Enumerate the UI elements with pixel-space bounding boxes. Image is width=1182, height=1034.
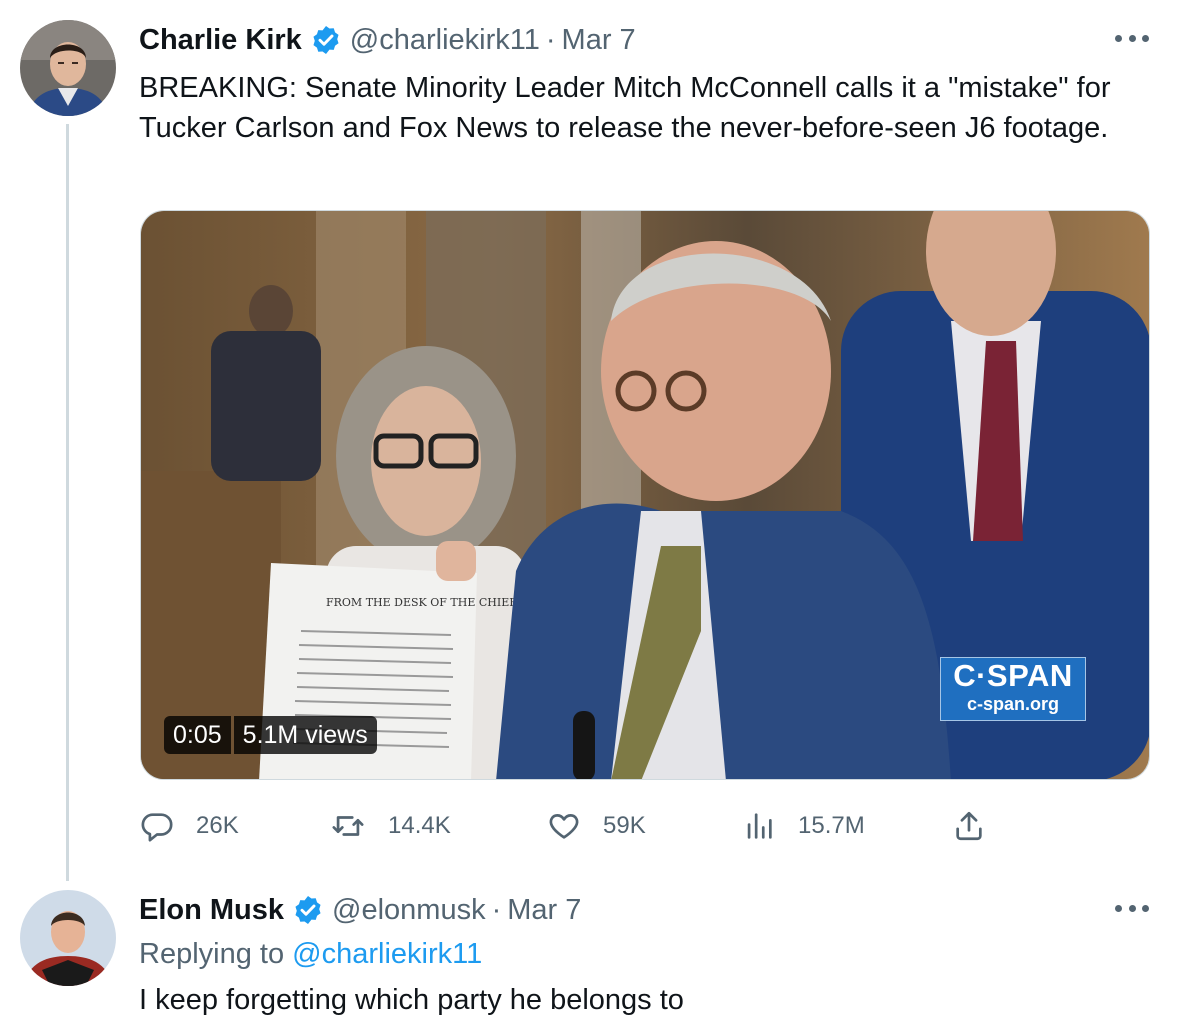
reply-date[interactable]: Mar 7 [507, 892, 581, 928]
reply-button[interactable]: 26K [140, 806, 239, 846]
like-button[interactable]: 59K [547, 806, 646, 846]
reply-count: 26K [196, 812, 239, 839]
reply-text: I keep forgetting which party he belongs… [139, 984, 684, 1016]
heart-icon [549, 814, 579, 839]
reply-header: Elon Musk @elonmusk · Mar 7 [139, 892, 581, 928]
reply-icon [141, 813, 173, 842]
tweet-header: Charlie Kirk @charliekirk11 · Mar 7 [139, 22, 636, 58]
like-count: 59K [603, 812, 646, 839]
elon-musk-avatar[interactable] [20, 890, 116, 986]
views-button[interactable]: 15.7M [742, 806, 865, 846]
replying-to-prefix: Replying to [139, 938, 285, 970]
more-options-icon[interactable] [1115, 35, 1149, 45]
retweet-button[interactable]: 14.4K [330, 806, 451, 846]
retweet-count: 14.4K [388, 812, 451, 839]
tweet-action-bar: 26K 14.4K 59K 15.7M [140, 806, 1000, 846]
author-handle[interactable]: @charliekirk11 [350, 22, 540, 58]
share-icon [956, 811, 982, 841]
separator-dot: · [491, 894, 502, 926]
reply-author-name[interactable]: Elon Musk [139, 892, 284, 928]
reply-author-handle[interactable]: @elonmusk [332, 892, 486, 928]
document-heading: FROM THE DESK OF THE CHIEF [326, 596, 517, 609]
thread-connector-line [66, 124, 69, 881]
video-overlay-badge: 0:05 5.1M views [164, 716, 377, 754]
replying-to-line: Replying to @charliekirk11 [139, 936, 482, 972]
cspan-url-text: c-span.org [966, 694, 1059, 714]
views-chart-icon [747, 813, 772, 839]
view-count: 15.7M [798, 812, 865, 839]
verified-badge-icon[interactable] [310, 24, 342, 56]
more-options-icon[interactable] [1115, 905, 1149, 915]
cspan-logo-text: C·SPAN [953, 658, 1073, 693]
video-duration: 0:05 [164, 716, 231, 754]
share-button[interactable] [952, 806, 986, 846]
verified-badge-icon[interactable] [292, 894, 324, 926]
author-name[interactable]: Charlie Kirk [139, 22, 302, 58]
cspan-watermark: C·SPAN c-span.org [940, 657, 1086, 721]
video-views: 5.1M views [233, 716, 377, 754]
separator-dot: · [545, 24, 556, 56]
replying-to-link[interactable]: @charliekirk11 [292, 938, 482, 970]
tweet-text: BREAKING: Senate Minority Leader Mitch M… [139, 72, 1111, 144]
tweet-date[interactable]: Mar 7 [562, 22, 636, 58]
charlie-kirk-avatar[interactable] [20, 20, 116, 116]
retweet-icon [332, 816, 364, 836]
